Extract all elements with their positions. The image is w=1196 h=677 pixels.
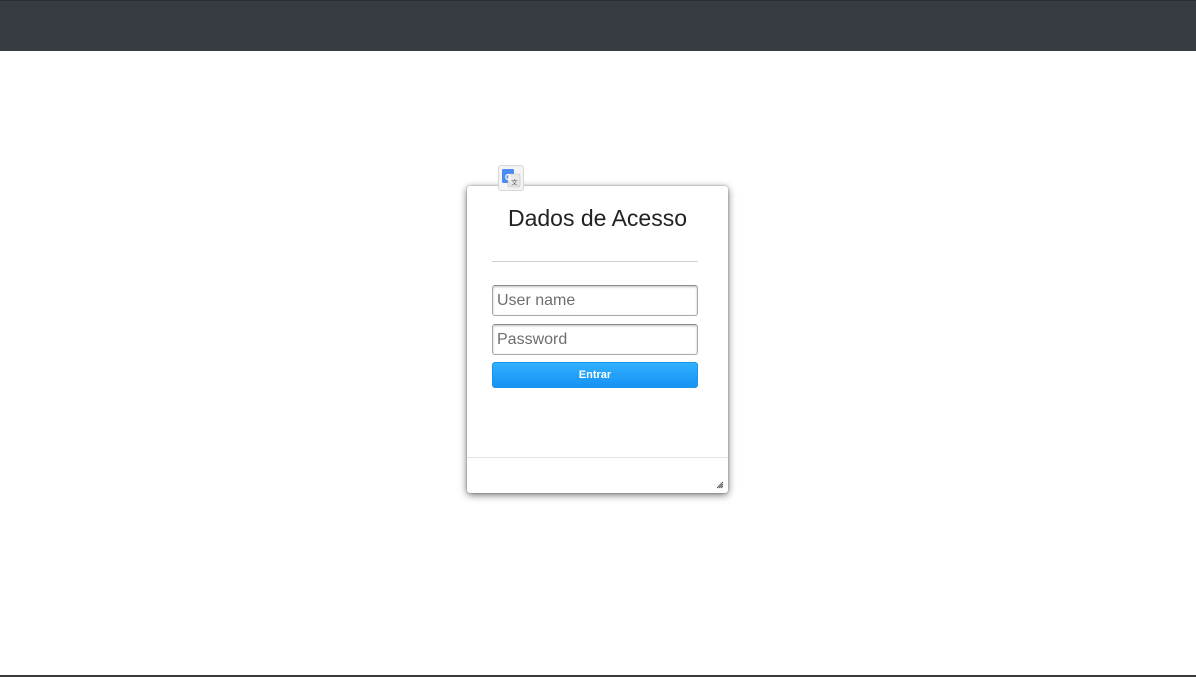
translate-button[interactable]: G 文 [498, 165, 524, 191]
username-input[interactable] [492, 285, 698, 316]
password-input[interactable] [492, 324, 698, 355]
login-dialog: Dados de Acesso Entrar [467, 186, 728, 493]
dialog-title: Dados de Acesso [507, 205, 687, 231]
svg-text:文: 文 [511, 178, 518, 187]
svg-text:G: G [505, 173, 511, 182]
login-button[interactable]: Entrar [492, 362, 698, 388]
resize-grip-icon[interactable] [716, 481, 724, 489]
google-translate-icon: G 文 [502, 169, 521, 188]
top-navigation-bar [0, 0, 1196, 51]
title-divider [492, 261, 698, 262]
footer-divider [467, 457, 728, 458]
